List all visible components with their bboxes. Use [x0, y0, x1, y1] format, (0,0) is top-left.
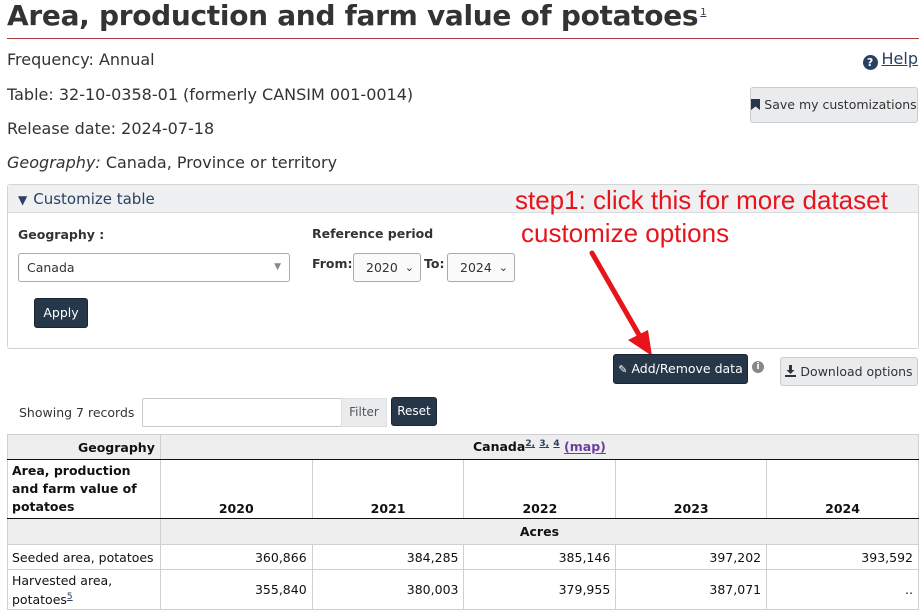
question-circle-icon: ?	[862, 55, 878, 70]
help-label: Help	[881, 49, 918, 68]
to-label: To:	[424, 256, 445, 271]
table-cell: 379,955	[463, 569, 617, 610]
geography-select-value: Canada	[27, 260, 75, 275]
geography-label: Geography:	[7, 153, 101, 172]
year-header: 2020	[159, 459, 313, 519]
data-table: Geography Canada2, 3, 4 (map) Area, prod…	[7, 434, 920, 610]
year-header: 2022	[463, 459, 617, 519]
download-icon	[785, 365, 797, 379]
table-cell: 385,146	[463, 544, 617, 570]
help-link[interactable]: ? Help	[862, 49, 918, 70]
row-header-label: Area, production and farm value of potat…	[7, 459, 161, 519]
from-year-select[interactable]: 2020 ⌄	[353, 253, 421, 282]
map-link[interactable]: (map)	[564, 440, 606, 455]
geography-header: Geography	[7, 434, 161, 460]
instruction-annotation: step1: click this for more dataset custo…	[515, 184, 888, 250]
reference-period-label: Reference period	[312, 226, 434, 241]
bookmark-icon	[751, 98, 761, 112]
unit-label: Acres	[159, 518, 920, 545]
table-cell: 393,592	[766, 544, 919, 570]
row-label-text: Harvested area, potatoes	[12, 573, 113, 608]
chevron-down-icon: ⌄	[498, 261, 508, 274]
annotation-line-2: customize options	[521, 218, 730, 248]
filter-input[interactable]	[142, 398, 342, 427]
chevron-down-icon: ▼	[274, 262, 281, 272]
table-row: Seeded area, potatoes 360,866 384,285 38…	[7, 544, 919, 570]
unit-row-spacer	[7, 518, 161, 545]
footnote-link[interactable]: 5	[67, 592, 73, 602]
row-label: Harvested area, potatoes5	[7, 569, 161, 610]
table-cell: ..	[766, 569, 919, 610]
info-icon[interactable]: i	[752, 361, 764, 373]
geography-column-header: Canada2, 3, 4 (map)	[159, 434, 920, 460]
geography-select[interactable]: Canada ▼	[18, 253, 290, 282]
title-footnote-link[interactable]: 1	[700, 7, 706, 18]
table-row: Harvested area, potatoes5 355,840 380,00…	[7, 569, 919, 610]
table-cell: 387,071	[615, 569, 768, 610]
pencil-icon: ✎	[618, 363, 628, 376]
save-customizations-button[interactable]: Save my customizations	[750, 87, 918, 123]
reset-button[interactable]: Reset	[391, 397, 437, 426]
year-header: 2021	[311, 459, 465, 519]
footnote-link[interactable]: 4	[553, 439, 559, 449]
annotation-line-1: step1: click this for more dataset	[515, 185, 888, 215]
add-remove-data-label: Add/Remove data	[631, 361, 743, 376]
geography-text: Geography: Canada, Province or territory	[7, 153, 337, 172]
download-options-label: Download options	[800, 364, 913, 379]
year-header: 2024	[766, 459, 919, 519]
table-cell: 360,866	[159, 544, 313, 570]
from-year-value: 2020	[366, 260, 398, 275]
release-date-text: Release date: 2024-07-18	[7, 119, 215, 138]
table-cell: 397,202	[615, 544, 768, 570]
filter-button[interactable]: Filter	[341, 398, 387, 427]
triangle-down-icon: ▼	[18, 193, 28, 207]
to-year-value: 2024	[460, 260, 492, 275]
geography-column-value: Canada	[472, 439, 526, 455]
geography-value: Canada, Province or territory	[100, 153, 338, 172]
save-customizations-label: Save my customizations	[764, 97, 917, 112]
add-remove-data-button[interactable]: ✎ Add/Remove data	[613, 354, 748, 384]
title-divider	[7, 38, 919, 39]
year-header: 2023	[615, 459, 768, 519]
row-label: Seeded area, potatoes	[7, 544, 161, 570]
table-cell: 384,285	[311, 544, 465, 570]
download-options-button[interactable]: Download options	[780, 357, 918, 386]
from-label: From:	[312, 256, 353, 271]
table-cell: 380,003	[311, 569, 465, 610]
page-title: Area, production and farm value of potat…	[7, 0, 707, 32]
table-cell: 355,840	[159, 569, 313, 610]
records-count: Showing 7 records	[19, 405, 135, 420]
frequency-text: Frequency: Annual	[7, 50, 155, 69]
table-id-text: Table: 32-10-0358-01 (formerly CANSIM 00…	[7, 85, 414, 104]
geography-select-label: Geography :	[18, 227, 105, 242]
apply-button[interactable]: Apply	[34, 298, 88, 328]
customize-table-heading: Customize table	[33, 190, 155, 208]
chevron-down-icon: ⌄	[404, 261, 414, 274]
to-year-select[interactable]: 2024 ⌄	[447, 253, 515, 282]
